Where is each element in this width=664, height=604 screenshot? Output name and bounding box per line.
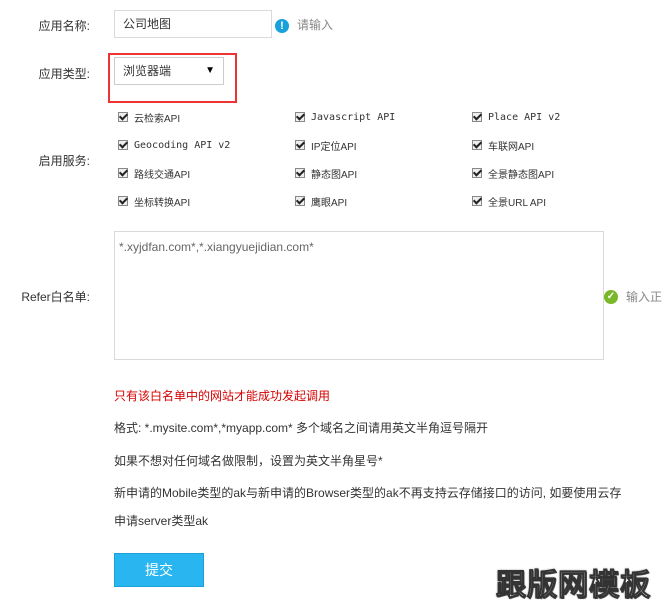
checkbox-checked-icon[interactable] <box>118 112 128 122</box>
services-label: 启用服务: <box>38 154 90 168</box>
app-type-value: 浏览器端 <box>123 64 172 78</box>
service-checkbox[interactable]: 路线交通API <box>118 166 190 181</box>
app-type-select[interactable]: 浏览器端 ▼ <box>114 57 224 85</box>
refer-hint: 输入正 <box>626 290 663 304</box>
checkbox-checked-icon[interactable] <box>472 140 482 150</box>
whitelist-warning: 只有该白名单中的网站才能成功发起调用 <box>114 389 331 403</box>
info-icon: ! <box>275 19 289 33</box>
app-name-hint: 请输入 <box>297 18 334 32</box>
service-checkbox[interactable]: 全景静态图API <box>472 166 554 181</box>
checkbox-checked-icon[interactable] <box>295 196 305 206</box>
refer-label: Refer白名单: <box>21 290 90 304</box>
format-note: 格式: *.mysite.com*,*myapp.com* 多个域名之间请用英文… <box>114 421 489 435</box>
service-checkbox[interactable]: 静态图API <box>295 166 357 181</box>
app-name-input[interactable]: 公司地图 <box>114 10 272 38</box>
checkbox-checked-icon[interactable] <box>118 140 128 150</box>
checkbox-checked-icon[interactable] <box>295 140 305 150</box>
service-checkbox[interactable]: 云检索API <box>118 110 180 125</box>
service-checkbox[interactable]: Geocoding API v2 <box>118 138 230 152</box>
mobile-note: 新申请的Mobile类型的ak与新申请的Browser类型的ak不再支持云存储接… <box>114 486 622 500</box>
chevron-down-icon: ▼ <box>205 65 215 76</box>
service-checkbox[interactable]: IP定位API <box>295 138 357 153</box>
watermark-logo: 跟版网模板 <box>496 568 651 604</box>
checkbox-checked-icon[interactable] <box>295 112 305 122</box>
service-checkbox[interactable]: 车联网API <box>472 138 534 153</box>
service-checkbox[interactable]: Javascript API <box>295 110 395 124</box>
checkbox-checked-icon[interactable] <box>118 168 128 178</box>
no-limit-note: 如果不想对任何域名做限制，设置为英文半角星号* <box>114 454 383 468</box>
service-checkbox[interactable]: Place API v2 <box>472 110 560 124</box>
service-checkbox[interactable]: 坐标转换API <box>118 194 190 209</box>
service-checkbox[interactable]: 鹰眼API <box>295 194 347 209</box>
service-checkbox[interactable]: 全景URL API <box>472 194 546 209</box>
app-name-label: 应用名称: <box>38 19 90 33</box>
submit-button[interactable]: 提交 <box>114 553 204 587</box>
checkbox-checked-icon[interactable] <box>295 168 305 178</box>
check-circle-icon: ✓ <box>604 290 618 304</box>
checkbox-checked-icon[interactable] <box>118 196 128 206</box>
checkbox-checked-icon[interactable] <box>472 168 482 178</box>
checkbox-checked-icon[interactable] <box>472 112 482 122</box>
server-note: 申请server类型ak <box>114 514 209 528</box>
app-type-label: 应用类型: <box>38 67 90 81</box>
refer-textarea[interactable]: *.xyjdfan.com*,*.xiangyuejidian.com* <box>114 231 604 360</box>
checkbox-checked-icon[interactable] <box>472 196 482 206</box>
